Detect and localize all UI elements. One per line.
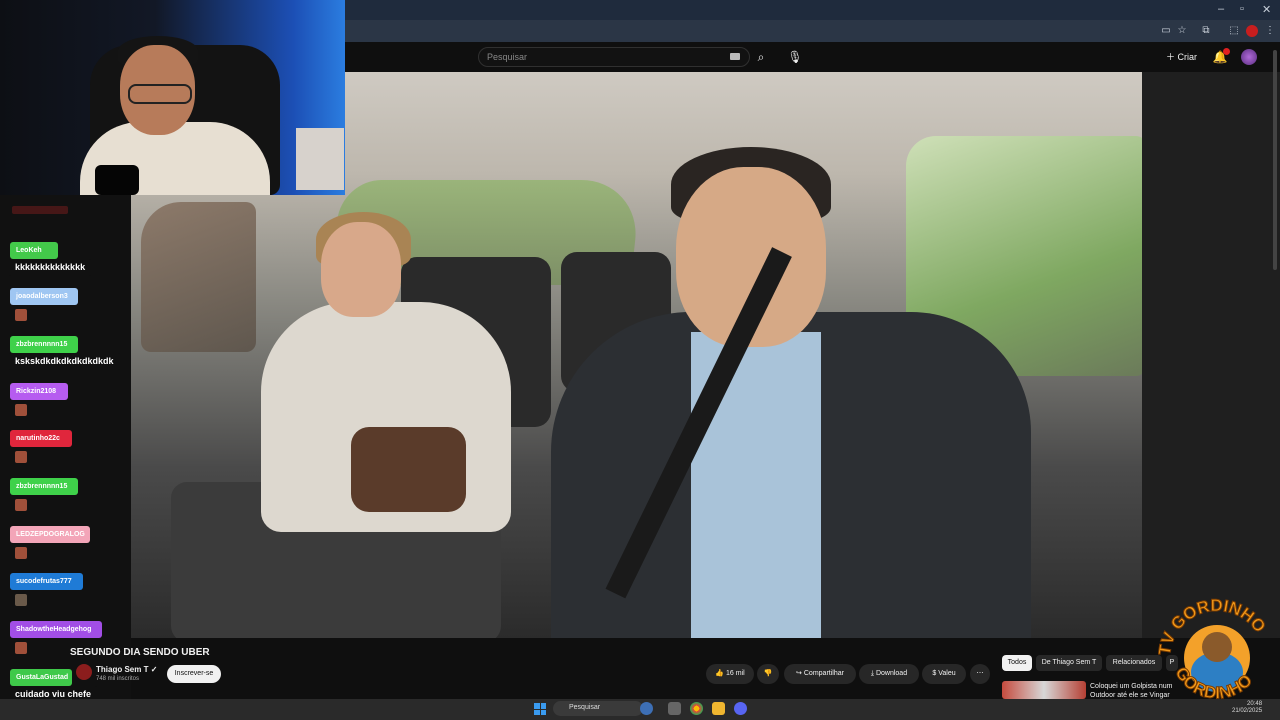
thumbs-down-icon: 👎 — [763, 670, 773, 677]
bookmark-star-icon[interactable]: ☆ — [1176, 25, 1188, 37]
notification-badge — [1223, 48, 1230, 55]
car-left-window — [141, 202, 256, 352]
verified-icon: ✓ — [150, 665, 158, 674]
webcam-shelf — [296, 128, 344, 190]
channel-name-text: Thiago Sem T — [96, 665, 149, 674]
windows-start-icon[interactable] — [534, 703, 546, 715]
channel-avatar[interactable] — [76, 664, 92, 680]
create-button[interactable]: ＋ Criar — [1166, 48, 1202, 66]
taskbar-search-label: Pesquisar — [569, 704, 601, 711]
thanks-button[interactable]: $ Valeu — [922, 664, 966, 684]
download-button[interactable]: ⤓ Download — [859, 664, 919, 684]
browser-menu-icon[interactable]: ⋮ — [1264, 25, 1276, 37]
emote-icon — [15, 547, 27, 559]
chat-header — [12, 206, 68, 214]
share-button[interactable]: ↪ Compartilhar — [784, 664, 856, 684]
streamer-webcam — [0, 0, 345, 195]
emote-icon — [15, 594, 27, 606]
thumbs-up-icon: 👍 — [715, 670, 725, 677]
emote-icon — [15, 404, 27, 416]
channel-subscribers: 748 mil inscritos — [96, 676, 140, 682]
chrome-icon[interactable] — [690, 702, 703, 715]
download-icon: ⤓ — [870, 670, 874, 677]
chat-username: sucodefrutas777 — [10, 573, 83, 590]
taskbar-search[interactable]: Pesquisar — [553, 701, 643, 716]
thanks-label: Valeu — [938, 670, 956, 677]
tv-gordinho-logo: TV GORDINHO GORDINHO — [1158, 595, 1270, 703]
chat-username: zbzbrennnnn15 — [10, 478, 78, 495]
chip-all[interactable]: Todos — [1002, 655, 1032, 671]
chat-username: narutinho22c — [10, 430, 72, 447]
more-icon: ⋯ — [976, 670, 984, 677]
search-input[interactable]: Pesquisar — [478, 47, 750, 67]
chat-username: zbzbrennnnn15 — [10, 336, 78, 353]
profile-icon[interactable] — [1246, 25, 1258, 37]
cast-icon[interactable]: ▭ — [1160, 25, 1172, 37]
video-title: SEGUNDO DIA SENDO UBER — [70, 647, 210, 658]
subscribe-button[interactable]: Inscrever-se — [167, 665, 221, 683]
channel-name[interactable]: Thiago Sem T ✓ — [96, 665, 157, 674]
page-scrollbar[interactable] — [1273, 50, 1277, 270]
share-icon: ↪ — [796, 670, 802, 677]
extensions-icon[interactable]: ⧉ — [1200, 25, 1212, 37]
download-label: Download — [875, 670, 908, 677]
chat-username: ShadowtheHeadgehog — [10, 621, 102, 638]
minimize-icon[interactable]: – — [1218, 3, 1224, 15]
mic-icon[interactable]: 🎙 — [787, 49, 803, 65]
maximize-icon[interactable]: ▫ — [1240, 3, 1244, 15]
app-icon[interactable] — [640, 702, 653, 715]
keyboard-icon[interactable] — [730, 53, 740, 60]
handbag — [351, 427, 466, 512]
emote-icon — [15, 499, 27, 511]
dislike-button[interactable]: 👎 — [757, 664, 779, 684]
microphone-icon — [95, 165, 139, 195]
chat-username: LeoKeh — [10, 242, 58, 259]
emote-icon — [15, 642, 27, 654]
recommended-thumbnail[interactable] — [1002, 681, 1086, 699]
chat-message: kskskdkdkdkdkdkdkdk — [9, 353, 120, 370]
chat-username: joaodalberson3 — [10, 288, 78, 305]
extension-icon[interactable]: ⬚ — [1228, 25, 1240, 37]
chip-related[interactable]: Relacionados — [1106, 655, 1162, 671]
streamer-glasses — [128, 84, 192, 104]
thanks-icon: $ — [932, 670, 937, 677]
emote-icon — [15, 309, 27, 321]
discord-icon[interactable] — [734, 702, 747, 715]
chat-message: kkkkkkkkkkkkkk — [9, 259, 92, 276]
like-button[interactable]: 👍 16 mil — [706, 664, 754, 684]
close-icon[interactable]: ✕ — [1262, 3, 1271, 16]
share-label: Compartilhar — [803, 670, 844, 677]
right-sidebar — [1142, 72, 1280, 638]
passenger-head — [321, 222, 401, 317]
logo-mascot-head — [1202, 632, 1232, 662]
more-actions-button[interactable]: ⋯ — [970, 664, 990, 684]
task-view-icon[interactable] — [668, 702, 681, 715]
chip-channel[interactable]: De Thiago Sem T — [1036, 655, 1102, 671]
avatar[interactable] — [1241, 49, 1257, 65]
search-icon[interactable]: ⌕ — [753, 49, 769, 65]
create-label: Criar — [1177, 52, 1198, 62]
file-explorer-icon[interactable] — [712, 702, 725, 715]
like-count: 16 mil — [725, 670, 745, 677]
chat-username: GustaLaGustad — [10, 669, 72, 686]
emote-icon — [15, 451, 27, 463]
search-placeholder: Pesquisar — [487, 52, 528, 62]
chat-username: LEDZEPDOGRALOG — [10, 526, 90, 543]
chat-username: Rickzin2108 — [10, 383, 68, 400]
